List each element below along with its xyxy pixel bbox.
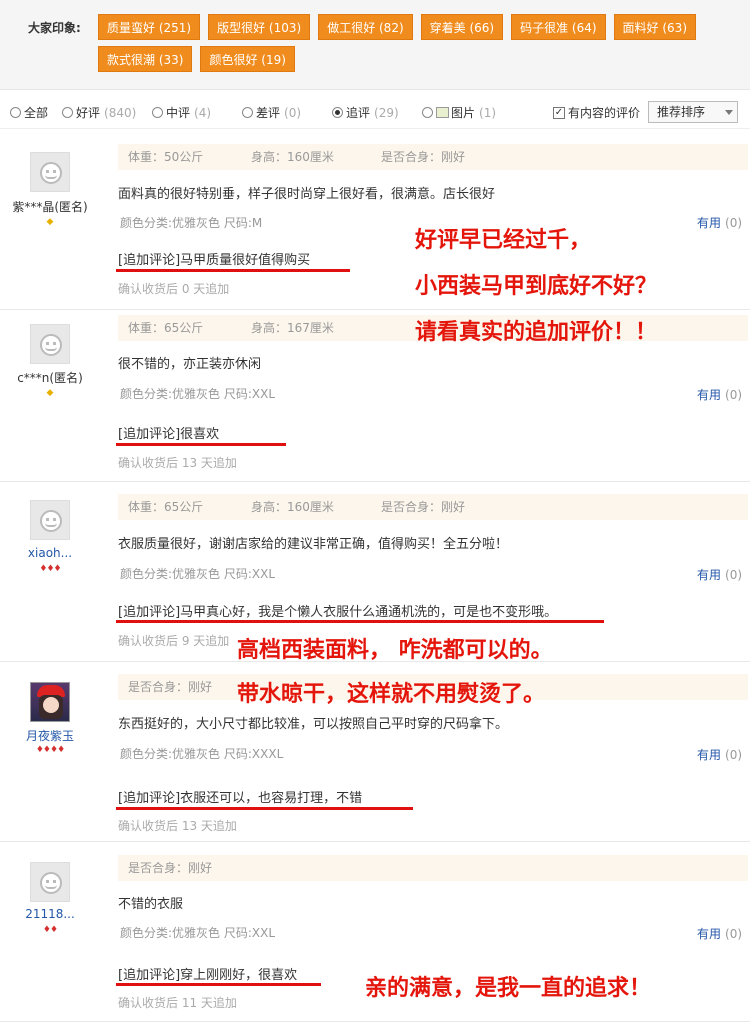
- impression-tags: 质量蛮好 (251) 版型很好 (103) 做工很好 (82) 穿着美 (66)…: [98, 14, 698, 72]
- append-time: 确认收货后 13 天追加: [118, 456, 237, 470]
- checkbox-checked-icon[interactable]: ✓: [553, 106, 565, 119]
- picture-icon: [436, 107, 449, 118]
- useful-button[interactable]: 有用 (0): [697, 214, 742, 231]
- avatar[interactable]: [30, 152, 70, 192]
- append-time: 确认收货后 0 天追加: [118, 282, 230, 296]
- append-review: [追加评论]衣服还可以，也容易打理，不错: [118, 791, 363, 806]
- impression-tag[interactable]: 质量蛮好 (251): [98, 14, 201, 40]
- buyer-info: 是否合身：刚好: [118, 855, 748, 881]
- highlight-underline: [116, 807, 413, 810]
- avatar[interactable]: [30, 682, 70, 722]
- impression-tag[interactable]: 版型很好 (103): [208, 14, 311, 40]
- append-review: [追加评论]穿上刚刚好，很喜欢: [118, 968, 298, 983]
- highlight-underline: [116, 269, 350, 272]
- filter-pics[interactable]: 图片 (1): [422, 104, 496, 121]
- review-text: 不错的衣服: [118, 897, 184, 912]
- user-level-icon: ♦♦: [42, 925, 58, 935]
- filter-append[interactable]: 追评 (29): [332, 104, 399, 121]
- user-level-icon: ♦♦♦♦: [35, 745, 65, 755]
- filter-all[interactable]: 全部: [10, 104, 48, 121]
- radio-icon[interactable]: [152, 107, 163, 118]
- promo-line: 请看真实的追加评价！！: [415, 320, 658, 345]
- append-time: 确认收货后 9 天追加: [118, 634, 230, 648]
- buyer-info: 体重：50公斤 身高：160厘米 是否合身：刚好: [118, 144, 748, 170]
- impression-label: 大家印象:: [28, 21, 81, 35]
- username[interactable]: 21118...: [0, 907, 100, 921]
- username[interactable]: c***n(匿名): [0, 369, 100, 386]
- user-level-icon: ◆: [46, 388, 54, 398]
- impression-tag[interactable]: 做工很好 (82): [318, 14, 413, 40]
- sku-info: 颜色分类:优雅灰色 尺码:M: [120, 216, 263, 230]
- avatar[interactable]: [30, 500, 70, 540]
- promo-line: 带水晾干，这样就不用熨烫了。: [237, 682, 546, 707]
- sku-info: 颜色分类:优雅灰色 尺码:XXL: [120, 387, 276, 401]
- sku-info: 颜色分类:优雅灰色 尺码:XXXL: [120, 747, 284, 761]
- sku-info: 颜色分类:优雅灰色 尺码:XXL: [120, 926, 276, 940]
- sku-info: 颜色分类:优雅灰色 尺码:XXL: [120, 567, 276, 581]
- useful-button[interactable]: 有用 (0): [697, 746, 742, 763]
- impression-tag[interactable]: 穿着美 (66): [420, 14, 504, 40]
- filter-bad[interactable]: 差评 (0): [242, 104, 301, 121]
- buyer-info: 体重：65公斤 身高：160厘米 是否合身：刚好: [118, 494, 748, 520]
- radio-icon[interactable]: [242, 107, 253, 118]
- user-level-icon: ◆: [46, 217, 54, 227]
- radio-checked-icon[interactable]: [332, 107, 343, 118]
- useful-button[interactable]: 有用 (0): [697, 925, 742, 942]
- username[interactable]: 紫***晶(匿名): [0, 198, 100, 215]
- highlight-underline: [116, 443, 286, 446]
- useful-button[interactable]: 有用 (0): [697, 566, 742, 583]
- append-time: 确认收货后 11 天追加: [118, 996, 237, 1010]
- filter-good[interactable]: 好评 (840): [62, 104, 136, 121]
- promo-line: 高档西装面料， 咋洗都可以的。: [237, 638, 553, 663]
- append-review: [追加评论]马甲质量很好值得购买: [118, 253, 311, 268]
- avatar[interactable]: [30, 324, 70, 364]
- filter-bar: 全部 好评 (840) 中评 (4) 差评 (0) 追评 (29) 图片 (1)…: [0, 95, 750, 129]
- append-time: 确认收货后 13 天追加: [118, 819, 237, 833]
- highlight-underline: [116, 620, 604, 623]
- promo-line: 小西装马甲到底好不好？: [415, 274, 658, 299]
- impression-tag[interactable]: 面料好 (63): [613, 14, 696, 40]
- filter-mid[interactable]: 中评 (4): [152, 104, 211, 121]
- radio-icon[interactable]: [62, 107, 73, 118]
- promo-line: 亲的满意，是我一直的追求！: [365, 976, 652, 1001]
- radio-icon[interactable]: [422, 107, 433, 118]
- review-text: 很不错的，亦正装亦休闲: [118, 357, 262, 372]
- append-review: [追加评论]马甲真心好，我是个懒人衣服什么通通机洗的，可是也不变形哦。: [118, 605, 558, 620]
- username[interactable]: xiaoh...: [0, 546, 100, 560]
- sort-select[interactable]: 推荐排序: [648, 101, 738, 123]
- impression-tag[interactable]: 颜色很好 (19): [200, 46, 295, 72]
- avatar[interactable]: [30, 862, 70, 902]
- user-level-icon: ♦♦♦: [39, 564, 61, 574]
- radio-icon[interactable]: [10, 107, 21, 118]
- review-text: 衣服质量很好，谢谢店家给的建议非常正确，值得购买！全五分啦！: [118, 537, 509, 552]
- review-text: 东西挺好的，大小尺寸都比较准，可以按照自己平时穿的尺码拿下。: [118, 717, 509, 732]
- filter-with-content[interactable]: ✓ 有内容的评价: [553, 104, 640, 121]
- review-text: 面料真的很好特别垂，样子很时尚穿上很好看，很满意。店长很好: [118, 187, 496, 202]
- highlight-underline: [116, 983, 321, 986]
- impression-tag[interactable]: 码子很准 (64): [511, 14, 606, 40]
- append-review: [追加评论]很喜欢: [118, 427, 220, 442]
- chevron-down-icon: [725, 110, 733, 115]
- impression-panel: 大家印象: 质量蛮好 (251) 版型很好 (103) 做工很好 (82) 穿着…: [0, 0, 750, 90]
- impression-tag[interactable]: 款式很潮 (33): [98, 46, 193, 72]
- useful-button[interactable]: 有用 (0): [697, 386, 742, 403]
- promo-line: 好评早已经过千，: [415, 228, 592, 253]
- username[interactable]: 月夜紫玉: [0, 727, 100, 744]
